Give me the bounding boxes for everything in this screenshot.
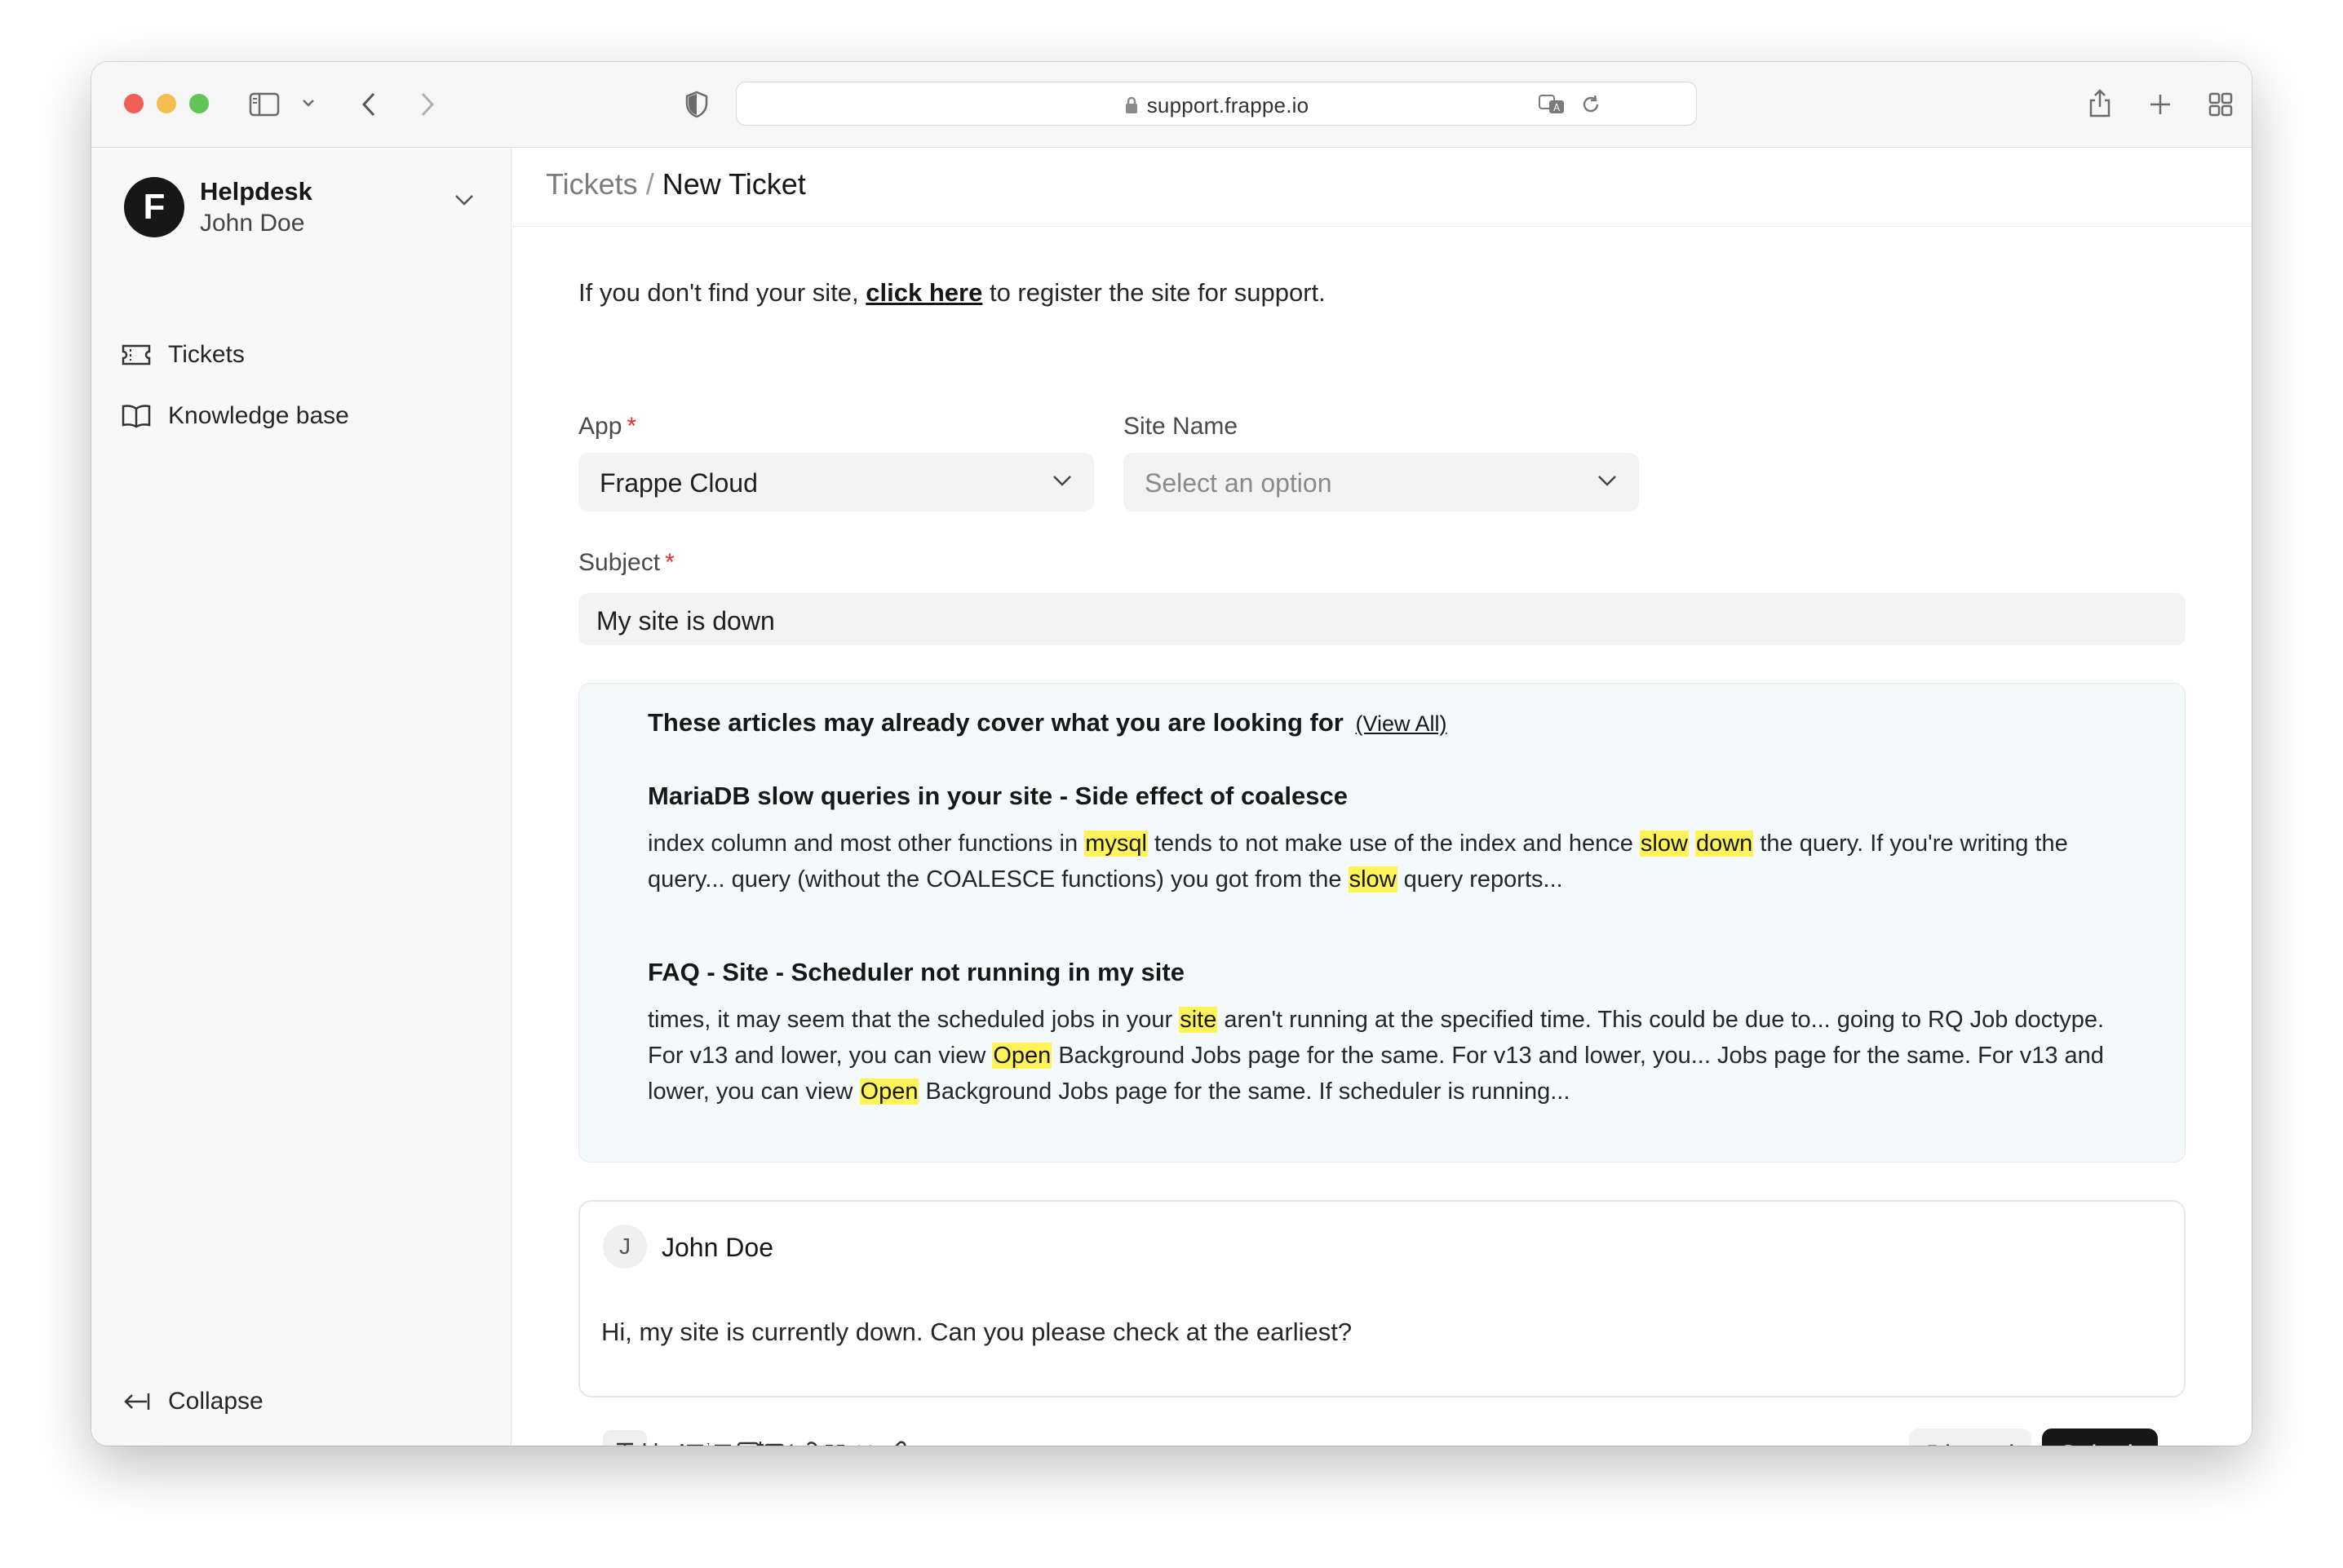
svg-text:1: 1 [706,1442,711,1446]
breadcrumb-tickets-link[interactable]: Tickets [546,167,638,201]
sidebar-item-knowledge-base[interactable]: Knowledge base [121,396,349,436]
chevron-down-icon [1597,472,1618,493]
site-name-label: Site Name [1123,413,1238,440]
avatar: J [603,1225,647,1269]
excerpt-text: query reports... [1397,866,1563,893]
new-tab-icon[interactable] [2144,88,2177,121]
required-marker: * [665,549,675,576]
close-window-button[interactable] [124,94,144,113]
submit-button[interactable]: Submit [2042,1428,2158,1446]
address-bar[interactable]: support.frappe.io A [736,82,1697,126]
sidebar-item-label: Knowledge base [168,402,349,429]
chevron-down-icon[interactable] [454,193,475,210]
site-name-placeholder: Select an option [1145,468,1332,498]
sidebar: F Helpdesk John Doe Tickets Knowledge ba… [91,148,512,1446]
share-icon[interactable] [2084,85,2116,121]
chevron-down-icon [1052,472,1073,493]
browser-toolbar: support.frappe.io A [91,62,2252,148]
excerpt-highlight: down [1694,831,1754,857]
back-icon[interactable] [352,88,385,121]
app-label-text: App [578,413,622,440]
privacy-shield-icon[interactable] [680,88,713,121]
translate-icon[interactable]: A [1536,91,1569,118]
zoom-window-button[interactable] [189,94,209,113]
tab-overview-icon[interactable] [2204,88,2237,121]
helpdesk-logo: F [124,177,184,237]
breadcrumb: Tickets / New Ticket [546,167,806,202]
browser-window: support.frappe.io A F Helpdesk John Doe [91,62,2252,1446]
page-header: Tickets / New Ticket [512,148,2252,227]
lock-icon [1124,95,1139,121]
sidebar-item-label: Tickets [168,341,245,368]
excerpt-highlight: site [1179,1007,1218,1033]
required-marker: * [627,413,637,440]
excerpt-highlight: Open [992,1043,1052,1069]
user-name: John Doe [200,210,305,237]
excerpt-text: tends to not make use of the index and h… [1147,831,1640,857]
app-title: Helpdesk [200,177,312,206]
sidebar-toggle-icon[interactable] [248,88,281,121]
notice-text: to register the site for support. [989,278,1326,307]
main-content: Tickets / New Ticket If you don't find you… [512,148,2252,1446]
breadcrumb-separator: / [645,167,654,201]
article-excerpt: times, it may seem that the scheduled jo… [648,1002,2116,1110]
app-select[interactable]: Frappe Cloud [578,453,1094,512]
excerpt-text: index column and most other functions in [648,831,1085,857]
excerpt-highlight: mysql [1084,831,1148,857]
reload-icon[interactable] [1579,92,1603,117]
view-all-articles-link[interactable]: (View All) [1355,711,1446,736]
excerpt-text: Background Jobs page for the same. If sc… [919,1079,1570,1105]
suggested-articles-heading-text: These articles may already cover what yo… [648,708,1344,737]
sidebar-item-tickets[interactable]: Tickets [121,334,245,375]
collapse-arrow-icon [121,1390,155,1413]
forward-icon[interactable] [411,88,444,121]
notice-text: If you don't find your site, [578,278,859,307]
subject-label-text: Subject [578,549,661,576]
suggested-articles-heading: These articles may already cover what yo… [648,708,1447,737]
excerpt-text [1689,831,1695,857]
register-site-notice: If you don't find your site, click here … [578,278,1326,308]
app-label: App * [578,413,636,441]
attachment-icon[interactable] [876,1430,920,1446]
url-value: support.frappe.io [1146,93,1309,117]
svg-text:A: A [1553,102,1561,113]
author-name: John Doe [662,1233,773,1262]
article-excerpt: index column and most other functions in… [648,826,2116,897]
editor-content[interactable]: Hi, my site is currently down. Can you p… [601,1318,1352,1347]
suggested-articles-panel: These articles may already cover what yo… [578,683,2186,1163]
collapse-label: Collapse [168,1388,264,1415]
site-name-select[interactable]: Select an option [1123,453,1639,512]
register-site-link[interactable]: click here [866,278,982,307]
excerpt-text: times, it may seem that the scheduled jo… [648,1007,1180,1033]
excerpt-highlight: Open [859,1079,919,1105]
excerpt-highlight: slow [1639,831,1689,857]
article-title[interactable]: FAQ - Site - Scheduler not running in my… [648,958,1185,987]
app-select-value: Frappe Cloud [600,468,758,498]
discard-button[interactable]: Discard [1909,1428,2031,1446]
excerpt-highlight: slow [1348,866,1397,893]
ticket-icon [121,343,155,366]
page-title: New Ticket [662,167,806,201]
subject-input-value: My site is down [596,606,775,636]
collapse-sidebar-button[interactable]: Collapse [121,1381,264,1422]
chevron-down-icon[interactable] [300,95,317,111]
article-title[interactable]: MariaDB slow queries in your site - Side… [648,782,1348,811]
ticket-description-editor[interactable]: J John Doe Hi, my site is currently down… [578,1200,2186,1397]
book-icon [121,403,155,429]
subject-label: Subject * [578,549,675,577]
subject-input[interactable]: My site is down [578,593,2186,645]
minimize-window-button[interactable] [157,94,176,113]
